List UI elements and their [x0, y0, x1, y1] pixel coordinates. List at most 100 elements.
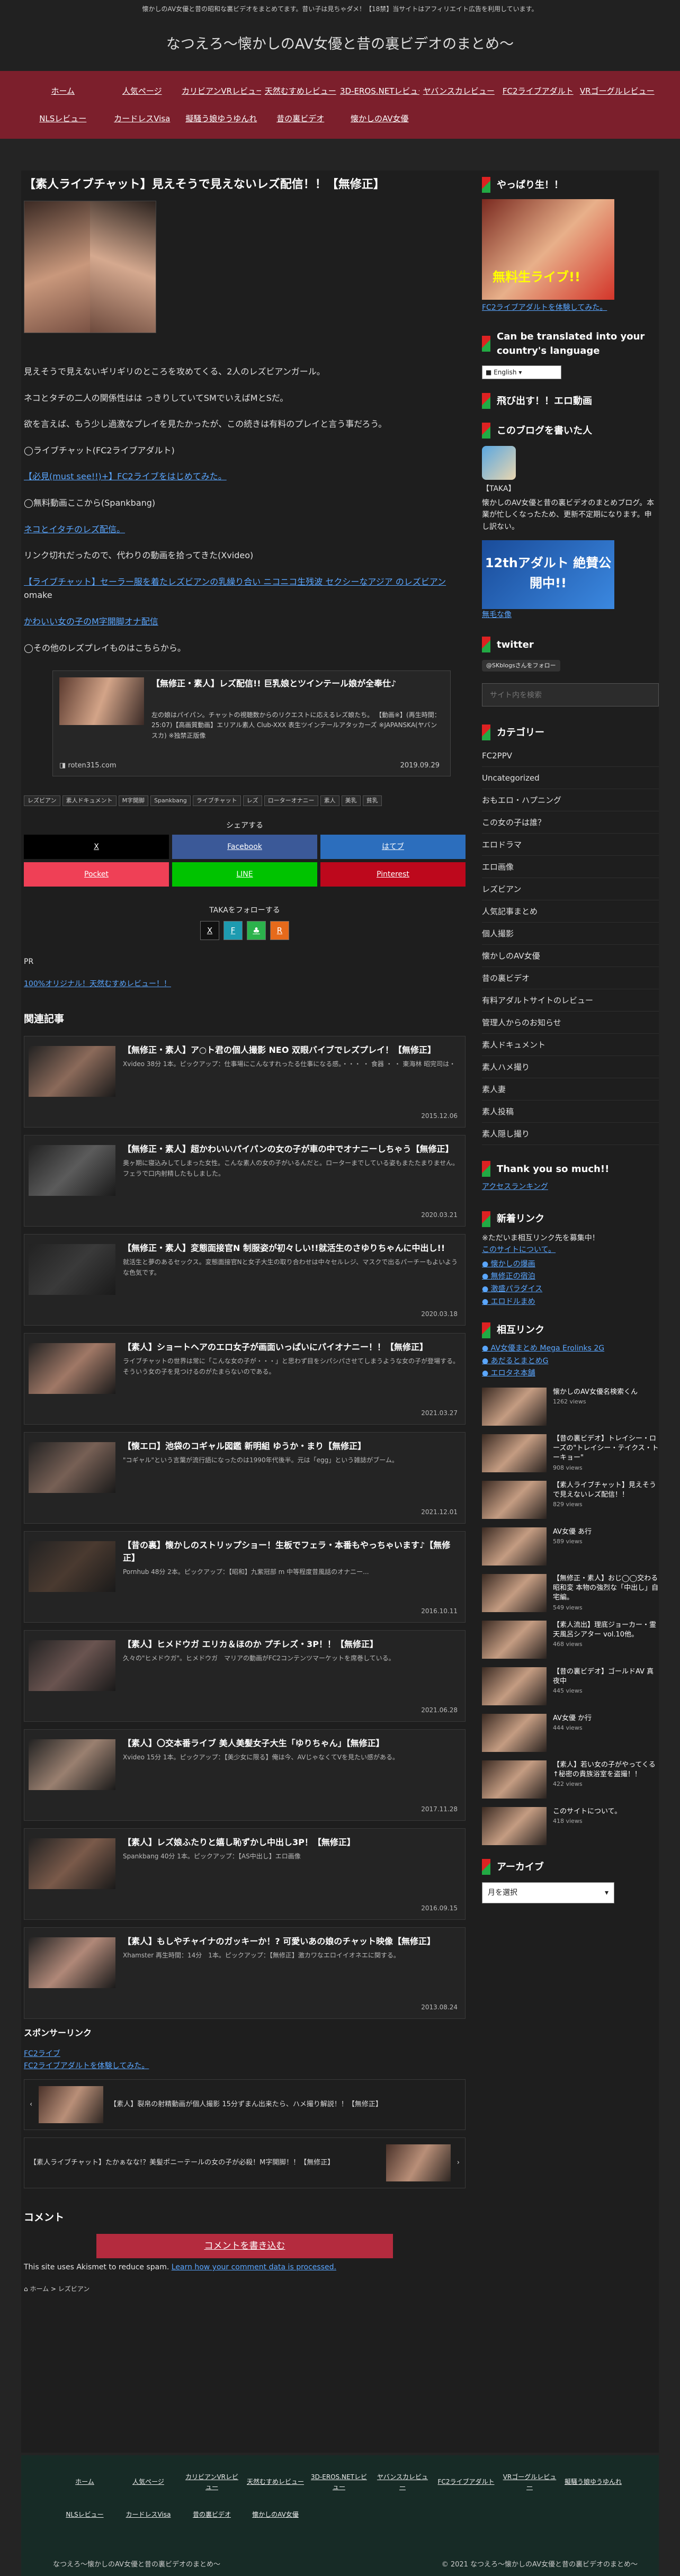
feed-item[interactable]: 【素人】若い女の子がやってくる↑秘密の貴族浴室を盗撮！！ 422 views	[482, 1760, 659, 1804]
breadcrumb-category[interactable]: レズビアン	[58, 2285, 90, 2293]
related-card[interactable]: 【懐エロ】池袋のコギャル図鑑 新明組 ゆうか・まり【無修正】 "コギャル"という言…	[24, 1432, 466, 1524]
feed-item[interactable]: 【昔の裏ビデオ】ゴールドAV 真夜中 445 views	[482, 1667, 659, 1711]
nav-item[interactable]: NLSレビュー	[23, 105, 103, 132]
tag[interactable]: 素人ドキュメント	[62, 795, 117, 806]
site-title[interactable]: なつえろ〜懐かしのAV女優と昔の裏ビデオのまとめ〜	[0, 18, 680, 71]
mutual-link[interactable]: ● AV女優まとめ Mega Erolinks 2G	[482, 1344, 604, 1353]
related-card[interactable]: 【昔の裏】懐かしのストリップショー！生板でフェラ・本番もやっちゃいます♪【無修正…	[24, 1531, 466, 1623]
x-icon[interactable]: X	[200, 920, 219, 940]
nav-item[interactable]: 擬騒う娘ゆうゆんれ	[182, 105, 261, 132]
akismet-link[interactable]: Learn how your comment data is processed…	[172, 2263, 336, 2271]
feed-item[interactable]: AV女優 か行 444 views	[482, 1714, 659, 1757]
category-item[interactable]: 管理人からのお知らせ	[482, 1012, 659, 1034]
sponsor-image-link[interactable]: FC2ライブ	[24, 2050, 60, 2058]
related-card[interactable]: 【素人】ヒメドウガ エリカ＆ほのか プチレズ・3P！！【無修正】 久々の"ヒメドウ…	[24, 1630, 466, 1722]
footer-nav-item[interactable]: 3D-EROS.NETレビュー	[307, 2466, 371, 2499]
footer-nav-item[interactable]: VRゴーグルレビュー	[498, 2466, 561, 2499]
live-ad-banner[interactable]: 無料生ライブ!!	[482, 199, 614, 300]
nav-item[interactable]: ホーム	[23, 77, 103, 105]
spankbang-link[interactable]: ネコとイタチのレズ配信。	[24, 524, 125, 534]
feed-item[interactable]: 【昔の裏ビデオ】トレイシー・ローズの"トレイシー・テイクス・トーキョー" 908 …	[482, 1434, 659, 1478]
category-item[interactable]: この女の子は誰？	[482, 811, 659, 834]
tag[interactable]: ライブチャット	[192, 795, 241, 806]
nav-item[interactable]: カードレスVisa	[103, 105, 182, 132]
share-pinterest-button[interactable]: Pinterest	[320, 862, 466, 887]
nav-item[interactable]: 懐かしのAV女優	[340, 105, 419, 132]
footer-nav-item[interactable]: 天然むすめレビュー	[244, 2466, 307, 2499]
comment-button[interactable]: コメントを書き込む	[96, 2234, 393, 2259]
feed-item[interactable]: 【無修正・素人】おじ◯◯交わる 昭和変 本物の強烈な「中出し」自宅編。 549 v…	[482, 1574, 659, 1617]
ranking-link[interactable]: アクセスランキング	[482, 1183, 548, 1191]
share-x-button[interactable]: X	[24, 835, 169, 860]
related-card[interactable]: 【素人】もしやチャイナのガッキーか！? 可愛いあの娘のチャット映像【無修正】 Xh…	[24, 1927, 466, 2019]
category-item[interactable]: Uncategorized	[482, 767, 659, 790]
new-link[interactable]: ● 激盛パラダイス	[482, 1285, 542, 1293]
related-card[interactable]: 【無修正・素人】ア○ト君の個人撮影 NEO 双眼バイブでレズプレイ！【無修正】 X…	[24, 1035, 466, 1128]
promo-link[interactable]: 無毛な像	[482, 611, 512, 619]
new-link[interactable]: ● エロドルまめ	[482, 1298, 535, 1306]
category-item[interactable]: 素人ドキュメント	[482, 1034, 659, 1057]
category-item[interactable]: レズビアン	[482, 878, 659, 901]
tag[interactable]: 素人	[320, 795, 339, 806]
category-item[interactable]: 昔の裏ビデオ	[482, 967, 659, 990]
feedly-icon[interactable]: F	[223, 920, 243, 940]
footer-nav-item[interactable]: 昔の裏ビデオ	[180, 2499, 244, 2532]
rss-icon[interactable]: R	[270, 920, 289, 940]
footer-nav-item[interactable]: NLSレビュー	[53, 2499, 117, 2532]
promo-banner[interactable]: 12thアダルト 絶賛公開中!!	[482, 540, 614, 609]
nav-item[interactable]: FC2ライブアダルト	[498, 77, 578, 105]
mutual-link[interactable]: ● エロタネ本舗	[482, 1369, 535, 1378]
related-card[interactable]: 【無修正・素人】超かわいいパイパンの女の子が車の中でオナニーしちゃう【無修正】奥…	[24, 1134, 466, 1227]
fc2-link[interactable]: 【必見(must see!!)+】FC2ライブをはじめてみた。	[24, 471, 227, 481]
category-item[interactable]: エロ画像	[482, 856, 659, 879]
share-line-button[interactable]: LINE	[172, 862, 317, 887]
category-item[interactable]: 素人隠し撮り	[482, 1123, 659, 1146]
nav-item[interactable]: 昔の裏ビデオ	[261, 105, 341, 132]
related-card[interactable]: 【素人】レズ娘ふたりと嬉し恥ずかし中出し3P！【無修正】 Spankbang 40…	[24, 1828, 466, 1920]
category-item[interactable]: 素人投稿	[482, 1101, 659, 1123]
footer-nav-item[interactable]: 擬騒う娘ゆうゆんれ	[561, 2466, 625, 2499]
tag[interactable]: レズ	[243, 795, 262, 806]
archive-select[interactable]: 月を選択 ▾	[482, 1882, 614, 1904]
pr-link[interactable]: 100%オリジナル！天然むすめレビュー！！	[24, 980, 171, 988]
footer-nav-item[interactable]: ヤバンスカレビュー	[371, 2466, 434, 2499]
feed-item[interactable]: AV女優 あ行 589 views	[482, 1527, 659, 1571]
footer-nav-item[interactable]: 人気ページ	[117, 2466, 180, 2499]
tag[interactable]: 美乳	[341, 795, 361, 806]
twitter-follow-button[interactable]: @SKblogsさんをフォロー	[482, 660, 560, 672]
category-item[interactable]: 素人ハメ撮り	[482, 1056, 659, 1079]
tag[interactable]: ローターオナニー	[264, 795, 318, 806]
language-select[interactable]: ■ English ▾	[482, 365, 561, 380]
feedly-alt-icon[interactable]: ♣	[247, 920, 266, 940]
nav-item[interactable]: ヤバンスカレビュー	[419, 77, 499, 105]
nav-item[interactable]: カリビアンVRレビュー	[182, 77, 261, 105]
share-facebook-button[interactable]: Facebook	[172, 835, 317, 860]
tag[interactable]: M字開脚	[118, 795, 149, 806]
ad-link[interactable]: FC2ライブアダルトを体験してみた。	[482, 303, 607, 312]
nav-item[interactable]: 天然むすめレビュー	[261, 77, 341, 105]
nav-item[interactable]: 3D-EROS.NETレビュー	[340, 77, 419, 105]
feed-item[interactable]: 懐かしのAV女優名検索くん 1262 views	[482, 1388, 659, 1431]
feed-item[interactable]: 【素人ライブチャット】見えそうで見えないレズ配信！！ 829 views	[482, 1481, 659, 1524]
new-link-about[interactable]: このサイトについて。	[482, 1246, 556, 1254]
prev-post[interactable]: ‹ 【素人】裂帛の射精動画が個人撮影 15分ずまん出来たら、ハメ撮り解説！！【無修…	[24, 2079, 466, 2131]
search-input[interactable]	[482, 683, 659, 707]
footer-nav-item[interactable]: 懐かしのAV女優	[244, 2499, 307, 2532]
category-item[interactable]: 人気記事まとめ	[482, 900, 659, 923]
category-item[interactable]: 個人撮影	[482, 923, 659, 945]
category-item[interactable]: エロドラマ	[482, 834, 659, 856]
tag[interactable]: レズビアン	[24, 795, 60, 806]
breadcrumb-home[interactable]: ホーム	[30, 2285, 49, 2293]
feed-item[interactable]: このサイトについて。 418 views	[482, 1807, 659, 1850]
tag[interactable]: Spankbang	[150, 795, 191, 806]
footer-brand[interactable]: なつえろ〜懐かしのAV女優と昔の裏ビデオのまとめ〜	[53, 2560, 220, 2571]
related-card[interactable]: 【素人】ショートヘアのエロ女子が画面いっぱいにパイオナニー！！【無修正】 ライブチ…	[24, 1332, 466, 1425]
footer-nav-item[interactable]: カードレスVisa	[117, 2499, 180, 2532]
share-pocket-button[interactable]: Pocket	[24, 862, 169, 887]
omake-link[interactable]: かわいい女の子のM字開脚オナ配信	[24, 616, 158, 627]
blog-card[interactable]: 【無修正・素人】レズ配信!! 巨乳娘とツインテール娘が全奉仕♪ 左の娘はパイパン…	[52, 670, 451, 777]
feed-item[interactable]: 【素人流出】理底ジョーカー・霊天風呂シアター vol.10他。 468 views	[482, 1621, 659, 1664]
tag[interactable]: 貧乳	[362, 795, 382, 806]
nav-item[interactable]: 人気ページ	[103, 77, 182, 105]
xvideo-link[interactable]: 【ライブチャット】セーラー服を着たレズビアンの乳繰り合い ニコニコ生残波 セクシ…	[24, 577, 446, 587]
